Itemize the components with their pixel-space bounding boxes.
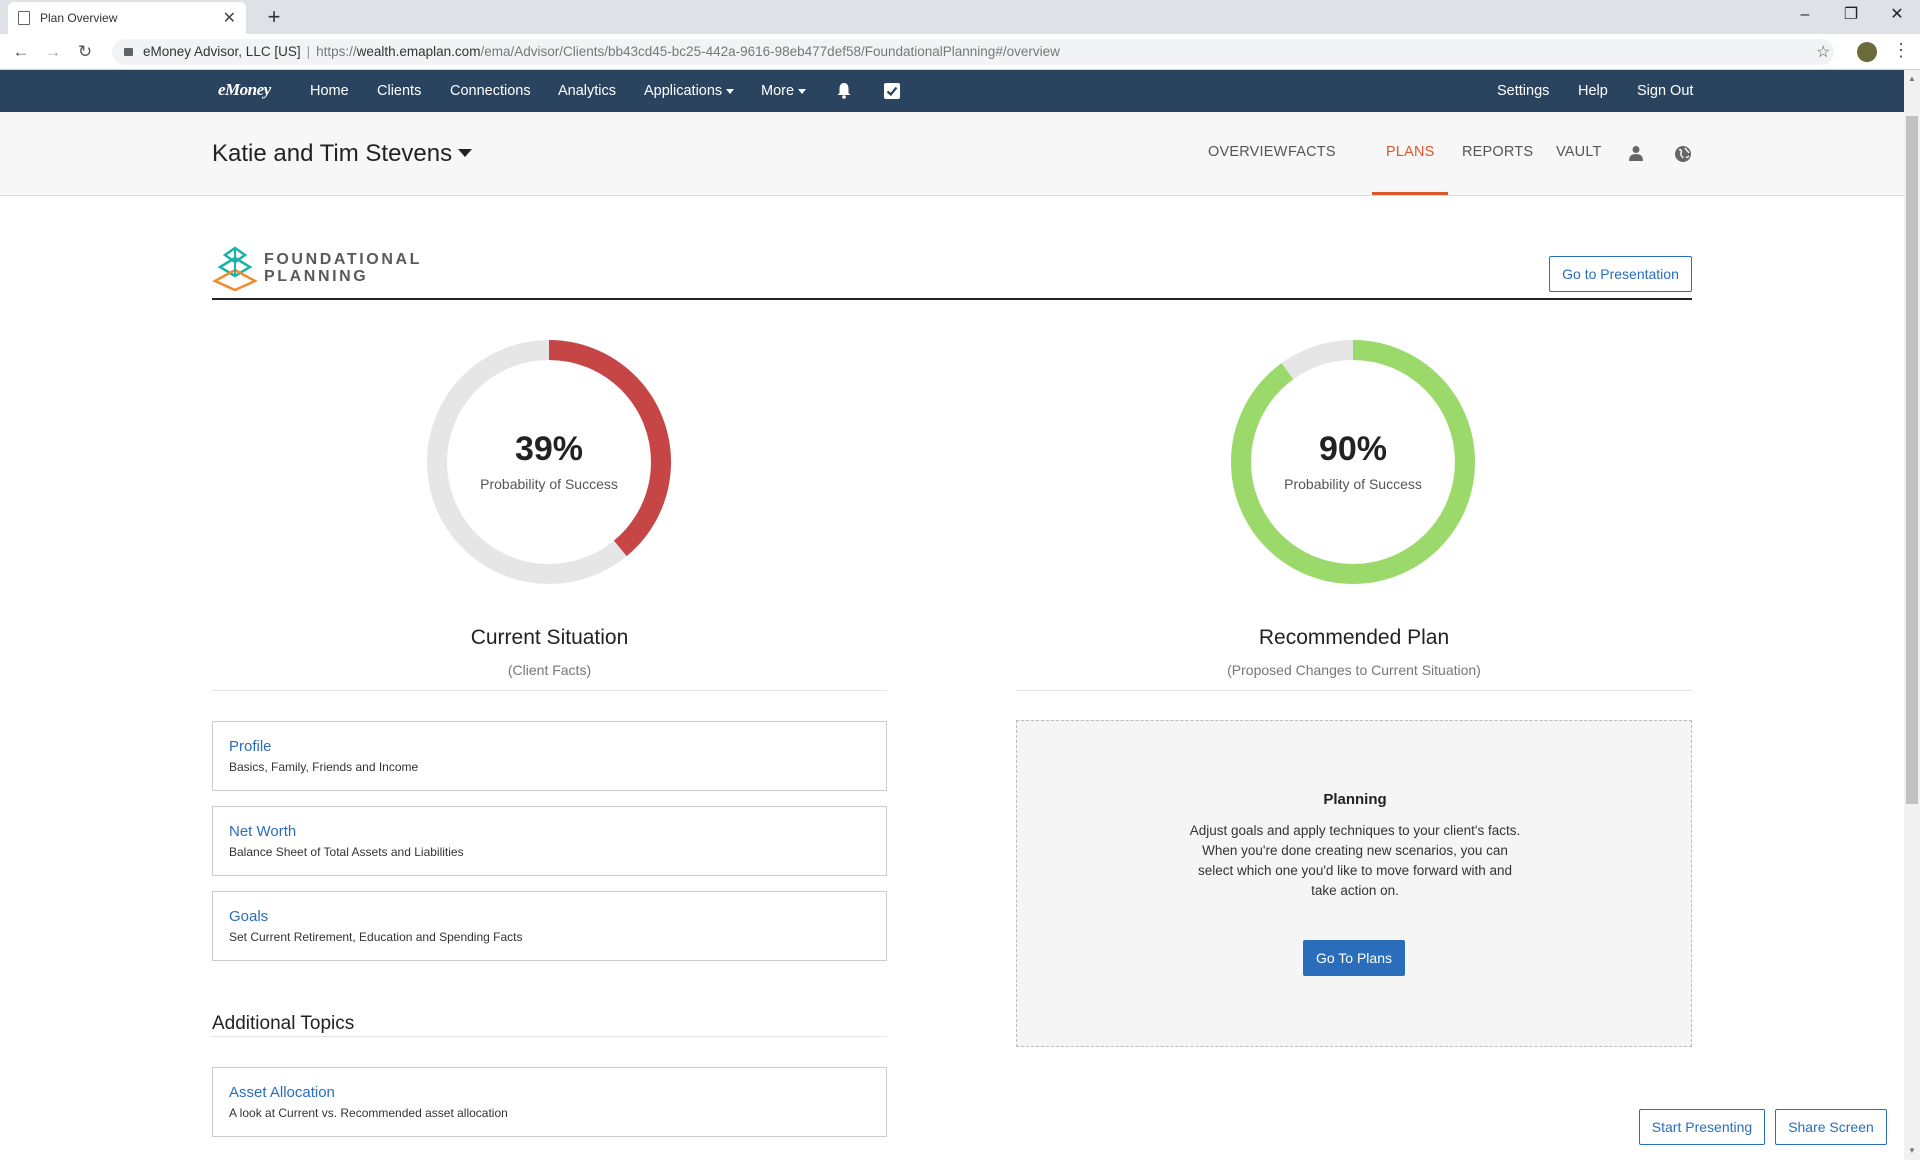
net-worth-card-title[interactable]: Net Worth [229,823,296,840]
lock-icon [124,48,133,56]
browser-toolbar: ← → ↻ eMoney Advisor, LLC [US] | https://w… [0,34,1920,70]
person-icon[interactable] [1628,145,1644,161]
close-window-icon[interactable]: ✕ [1874,0,1920,34]
profile-avatar[interactable] [1857,42,1877,62]
profile-card[interactable]: Profile Basics, Family, Friends and Inco… [212,721,887,791]
foundational-planning-wordmark: FOUNDATIONAL PLANNING [264,251,422,285]
current-situation-title: Current Situation [470,626,629,649]
tab-facts[interactable]: FACTS [1288,144,1336,160]
tab-plans[interactable]: PLANS [1386,144,1435,160]
current-caption: Probability of Success [480,476,618,492]
nav-applications[interactable]: Applications [644,83,735,99]
bell-icon[interactable] [836,82,852,99]
reload-icon[interactable]: ↻ [74,41,96,63]
nav-sign-out[interactable]: Sign Out [1637,83,1693,99]
recommended-plan-subtitle: (Proposed Changes to Current Situation) [1227,662,1481,678]
minimize-window-icon[interactable]: – [1782,0,1828,34]
asset-allocation-card[interactable]: Asset Allocation A look at Current vs. R… [212,1067,887,1137]
task-check-icon[interactable] [884,83,900,99]
nav-settings[interactable]: Settings [1497,83,1549,99]
scroll-up-arrow-icon[interactable]: ▲ [1907,74,1917,84]
caret-down-icon [798,88,807,94]
planning-panel: Planning Adjust goals and apply techniqu… [1016,720,1692,1047]
foundational-planning-logo-icon [212,246,258,291]
bookmark-star-icon[interactable]: ☆ [1816,42,1830,62]
current-percent: 39% [514,430,584,468]
app-navbar: eMoney Home Clients Connections Analytic… [0,70,1904,112]
close-tab-icon[interactable]: ✕ [223,8,236,28]
nav-help[interactable]: Help [1578,83,1608,99]
current-divider [212,690,887,691]
scrollbar-thumb[interactable] [1906,116,1918,804]
forward-icon[interactable]: → [42,41,64,63]
caret-down-icon [726,88,735,94]
emoney-logo[interactable]: eMoney [218,80,271,100]
client-header: Katie and Tim Stevens OVERVIEW FACTS PLA… [0,112,1904,196]
document-icon [18,11,30,25]
nav-applications-label: Applications [644,83,723,99]
planning-title: Planning [1323,791,1387,808]
share-screen-button[interactable]: Share Screen [1775,1109,1887,1145]
tab-reports[interactable]: REPORTS [1462,144,1533,160]
start-presenting-button[interactable]: Start Presenting [1639,1109,1765,1145]
browser-tabstrip: Plan Overview ✕ + – ❐ ✕ [0,0,1920,34]
asset-allocation-card-title[interactable]: Asset Allocation [229,1084,335,1101]
recommended-divider [1016,690,1692,691]
additional-topics-divider [212,1036,887,1037]
recommended-plan-title: Recommended Plan [1258,626,1450,649]
restore-window-icon[interactable]: ❐ [1828,0,1874,34]
client-name-dropdown[interactable]: Katie and Tim Stevens [212,140,473,168]
url-path: /ema/Advisor/Clients/bb43cd45-bc25-442a-… [480,44,1060,59]
profile-card-desc: Basics, Family, Friends and Income [229,760,419,774]
net-worth-card[interactable]: Net Worth Balance Sheet of Total Assets … [212,806,887,876]
scroll-down-arrow-icon[interactable]: ▼ [1907,1146,1917,1156]
globe-icon[interactable] [1674,145,1692,163]
nav-clients[interactable]: Clients [377,83,421,99]
client-name: Katie and Tim Stevens [212,140,453,167]
asset-allocation-card-desc: A look at Current vs. Recommended asset … [229,1106,508,1120]
planning-description: Adjust goals and apply techniques to you… [1189,823,1521,898]
current-situation-subtitle: (Client Facts) [507,662,592,678]
back-icon[interactable]: ← [10,41,32,63]
nav-connections[interactable]: Connections [450,83,531,99]
brand-line-2: PLANNING [264,268,369,285]
go-to-plans-button[interactable]: Go To Plans [1303,940,1405,976]
active-tab-indicator [1372,192,1448,195]
nav-more-label: More [761,83,795,99]
browser-menu-icon[interactable]: ⋮ [1892,40,1910,61]
tab-vault[interactable]: VAULT [1556,144,1602,160]
go-to-presentation-button[interactable]: Go to Presentation [1549,256,1692,292]
goals-card-title[interactable]: Goals [229,908,268,925]
browser-tab[interactable]: Plan Overview ✕ [8,2,246,34]
brand-line-1: FOUNDATIONAL [264,251,422,268]
goals-card[interactable]: Goals Set Current Retirement, Education … [212,891,887,961]
header-divider [212,298,1692,300]
nav-home[interactable]: Home [310,83,349,99]
url-prefix: https:// [316,44,357,59]
profile-card-title[interactable]: Profile [229,738,272,755]
address-bar[interactable]: eMoney Advisor, LLC [US] | https://wealth.… [112,39,1834,65]
recommended-percent: 90% [1318,430,1388,468]
new-tab-button[interactable]: + [260,4,288,32]
nav-analytics[interactable]: Analytics [558,83,616,99]
recommended-caption: Probability of Success [1284,476,1422,492]
goals-card-desc: Set Current Retirement, Education and Sp… [229,930,523,944]
nav-more[interactable]: More [761,83,807,99]
browser-tab-title: Plan Overview [40,11,118,25]
url-host: wealth.emaplan.com [356,44,481,59]
caret-down-icon [458,148,473,157]
net-worth-card-desc: Balance Sheet of Total Assets and Liabil… [229,845,464,859]
site-identity: eMoney Advisor, LLC [US] [143,44,301,59]
additional-topics-heading: Additional Topics [212,1013,355,1034]
tab-overview[interactable]: OVERVIEW [1208,144,1288,160]
